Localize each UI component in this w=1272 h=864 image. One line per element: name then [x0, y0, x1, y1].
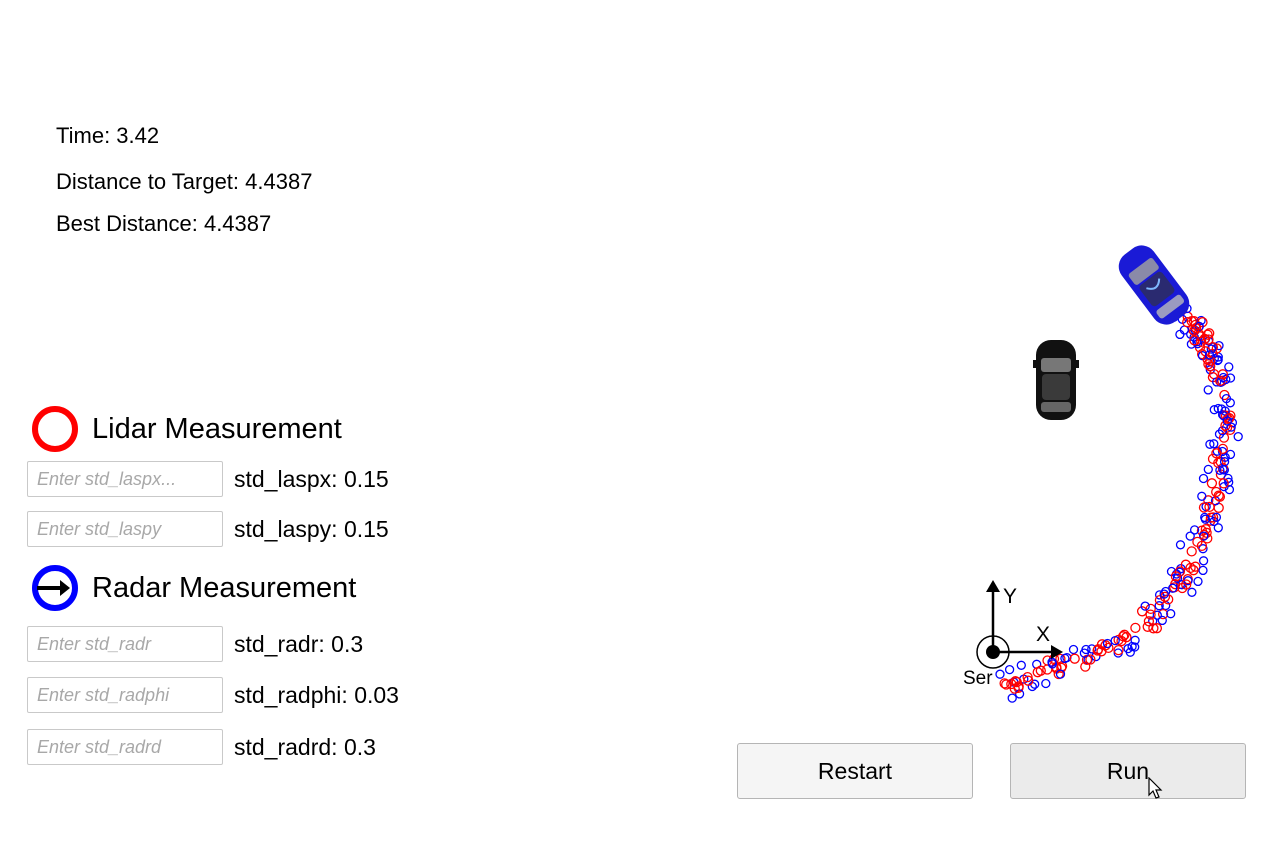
std-radphi-input[interactable] — [27, 677, 223, 713]
radar-circle-arrow-icon — [32, 565, 78, 611]
radar-marker — [1203, 385, 1213, 395]
radar-marker — [1032, 659, 1042, 669]
std-laspy-label: std_laspy: 0.15 — [234, 516, 389, 542]
lidar-legend-label: Lidar Measurement — [92, 412, 342, 445]
y-axis-label: Y — [1003, 585, 1017, 608]
std-laspx-label: std_laspx: 0.15 — [234, 466, 389, 492]
lidar-legend: Lidar Measurement — [30, 404, 342, 454]
lidar-marker — [1142, 621, 1153, 632]
std-laspy-input[interactable] — [27, 511, 223, 547]
radar-marker — [1224, 362, 1234, 372]
radar-marker — [1175, 329, 1185, 340]
radar-marker — [1213, 523, 1223, 533]
lidar-marker — [1186, 546, 1197, 557]
radar-marker — [1007, 693, 1017, 703]
radar-marker — [1198, 473, 1209, 484]
radar-marker — [1193, 576, 1203, 587]
sensor-dot-icon — [986, 645, 1000, 659]
radar-legend-label: Radar Measurement — [92, 571, 357, 604]
radar-marker — [1233, 431, 1243, 442]
std-radrd-label: std_radrd: 0.3 — [234, 734, 376, 760]
std-radr-label: std_radr: 0.3 — [234, 631, 364, 657]
tracking-scene: Y X Ser — [963, 245, 1243, 703]
radar-marker — [1198, 565, 1208, 576]
radar-marker — [1175, 540, 1186, 550]
restart-button[interactable]: Restart — [737, 743, 973, 799]
std-laspx-input[interactable] — [27, 461, 223, 497]
std-radr-input[interactable] — [27, 626, 223, 662]
radar-marker — [1004, 664, 1015, 675]
radar-marker — [1198, 556, 1209, 566]
run-button[interactable]: Run — [1010, 743, 1246, 799]
lidar-marker — [1130, 622, 1141, 634]
std-radphi-label: std_radphi: 0.03 — [234, 682, 399, 708]
lidar-marker — [1069, 653, 1080, 664]
radar-legend: Radar Measurement — [30, 563, 356, 613]
radar-marker — [1068, 644, 1079, 655]
radar-marker — [1203, 464, 1213, 475]
measurement-markers — [995, 303, 1243, 703]
lidar-marker — [1206, 478, 1218, 489]
mouse-cursor-icon — [1148, 777, 1163, 799]
radar-marker — [1041, 678, 1051, 689]
radar-marker — [1016, 660, 1026, 670]
y-arrowhead-icon — [986, 580, 1000, 592]
x-axis-label: X — [1036, 623, 1050, 646]
radar-marker — [1197, 491, 1207, 501]
std-radrd-input[interactable] — [27, 729, 223, 765]
radar-marker — [1187, 587, 1197, 597]
estimated-car-icon — [1033, 340, 1079, 420]
lidar-marker — [1032, 667, 1043, 678]
radar-marker — [995, 669, 1005, 679]
best-distance-readout: Best Distance: 4.4387 — [56, 211, 272, 236]
lidar-circle-icon — [32, 406, 78, 452]
radar-marker — [1185, 531, 1195, 541]
time-readout: Time: 3.42 — [56, 123, 160, 148]
distance-readout: Distance to Target: 4.4387 — [56, 169, 313, 194]
sensor-label: Ser — [963, 668, 993, 689]
